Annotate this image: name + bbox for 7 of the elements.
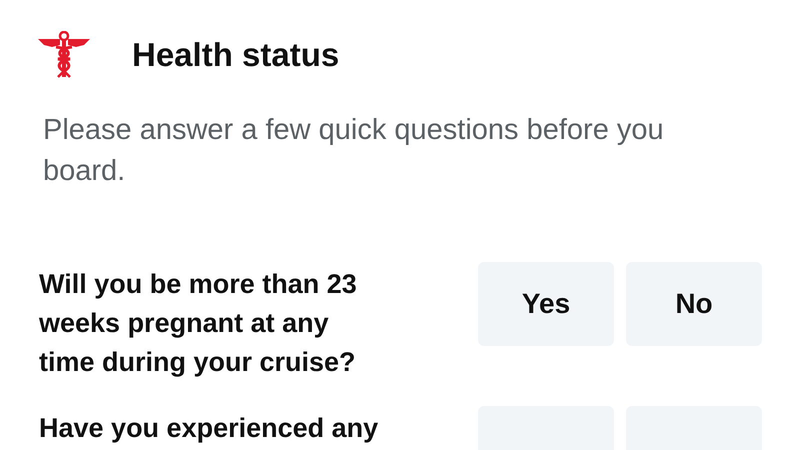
question-text: Have you experienced any [39, 412, 380, 445]
page-title: Health status [132, 35, 340, 75]
intro-text: Please answer a few quick questions before you board. [43, 112, 665, 188]
caduceus-icon [38, 30, 90, 79]
answer-button[interactable]: Yes [478, 262, 614, 346]
question-text: Will you be more than 23 weeks pregnant at any time during your cruise? [39, 268, 358, 379]
answer-button[interactable]: No [626, 262, 762, 346]
